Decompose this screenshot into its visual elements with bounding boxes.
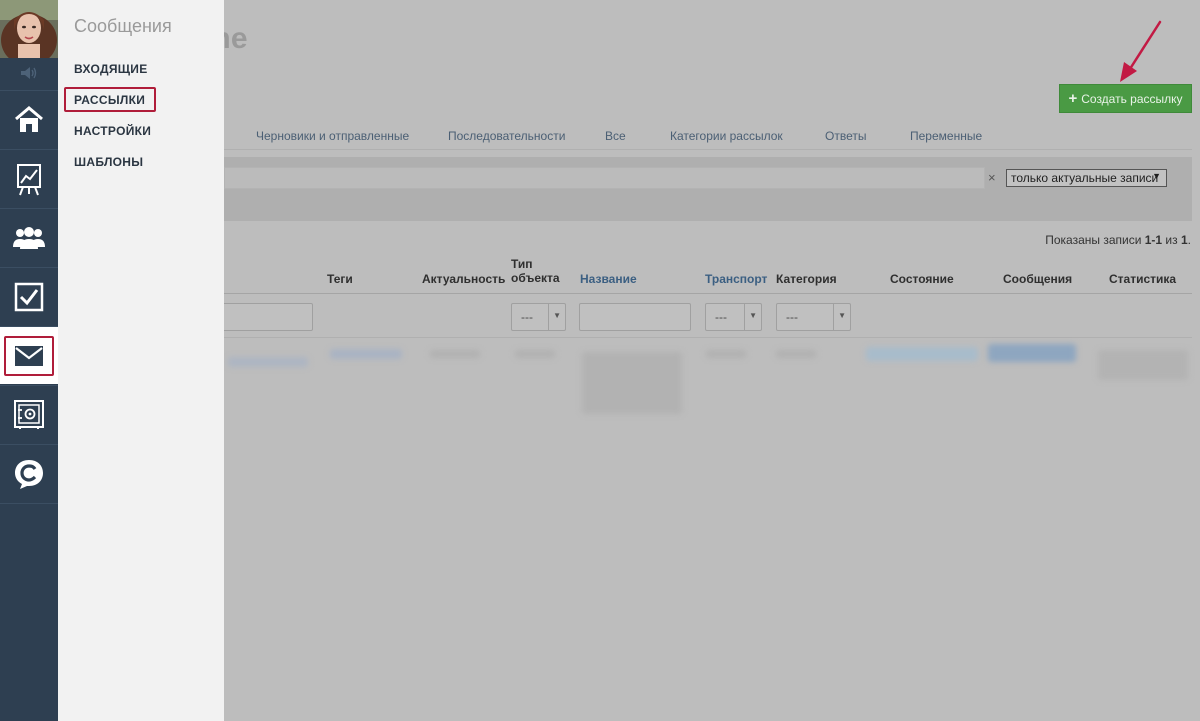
create-mailing-button[interactable]: + Создать рассылку: [1059, 84, 1192, 113]
tab-all[interactable]: Все: [605, 129, 626, 143]
filter-row-divider: [224, 337, 1192, 338]
tab-variables[interactable]: Переменные: [910, 129, 982, 143]
sidebar-item-analytics[interactable]: [0, 149, 58, 207]
records-total: 1: [1180, 233, 1188, 247]
row-blurred-type: [515, 350, 555, 358]
avatar-image: [0, 0, 58, 58]
icon-sidebar: [0, 0, 58, 721]
row-blurred-name: [582, 352, 682, 414]
chat-c-icon: [15, 459, 43, 489]
filter-category-select[interactable]: --- ▼: [776, 303, 851, 331]
flyout-title: Сообщения: [74, 16, 172, 36]
records-range: 1-1: [1144, 233, 1163, 247]
dropdown-arrow-icon: ▼: [749, 311, 757, 320]
tab-mailing-categories[interactable]: Категории рассылок: [670, 129, 783, 143]
avatar[interactable]: [0, 0, 58, 58]
col-actuality: Актуальность: [422, 272, 506, 286]
row-blurred-tags: [330, 349, 402, 359]
sidebar-item-messages[interactable]: [0, 326, 58, 384]
tabs-divider: [224, 149, 1192, 150]
row-blurred-link: [228, 357, 308, 367]
clear-icon[interactable]: ×: [988, 170, 996, 185]
dropdown-arrow-icon: ▼: [1152, 171, 1161, 181]
actuality-select-value: только актуальные записи: [1011, 171, 1159, 185]
actuality-select[interactable]: только актуальные записи ▼: [1006, 169, 1167, 187]
row-blurred-state: [866, 347, 978, 361]
mail-icon: [15, 345, 43, 366]
sidebar-item-home[interactable]: [0, 90, 58, 148]
col-tags: Теги: [327, 272, 353, 286]
records-middle: из: [1162, 233, 1181, 247]
filter-transport-select[interactable]: --- ▼: [705, 303, 762, 331]
col-name[interactable]: Название: [580, 272, 637, 286]
dropdown-arrow-icon: ▼: [838, 311, 846, 320]
records-prefix: Показаны записи: [1045, 233, 1145, 247]
home-icon: [15, 105, 43, 132]
row-blurred-transport: [706, 350, 746, 358]
filter-category-value: ---: [786, 310, 798, 324]
chart-board-icon: [17, 163, 41, 195]
sidebar-item-users[interactable]: [0, 208, 58, 266]
row-blurred-statistics: [1098, 350, 1188, 380]
menu-item-templates[interactable]: ШАБЛОНЫ: [74, 155, 143, 169]
dropdown-arrow-icon: ▼: [553, 311, 561, 320]
col-state: Состояние: [890, 272, 954, 286]
sidebar-divider: [0, 503, 58, 504]
sidebar-item-tasks[interactable]: [0, 267, 58, 325]
sidebar-item-safe[interactable]: [0, 385, 58, 443]
row-blurred-messages: [988, 344, 1076, 362]
tab-sequences[interactable]: Последовательности: [448, 129, 565, 143]
col-object-type: Тип объекта: [511, 257, 560, 285]
filter-object-type-select[interactable]: --- ▼: [511, 303, 566, 331]
row-blurred-actuality: [430, 350, 480, 358]
tab-drafts-sent[interactable]: Черновики и отправленные: [256, 129, 409, 143]
menu-item-mailings[interactable]: РАССЫЛКИ: [74, 93, 145, 107]
volume-icon[interactable]: [0, 58, 58, 88]
col-category: Категория: [776, 272, 837, 286]
col-statistics: Статистика: [1109, 272, 1177, 286]
checkbox-icon: [14, 282, 44, 311]
sidebar-item-chat[interactable]: [0, 444, 58, 502]
menu-item-settings[interactable]: НАСТРОЙКИ: [74, 124, 151, 138]
safe-icon: [14, 399, 44, 429]
messages-flyout-menu: Сообщения ВХОДЯЩИЕ РАССЫЛКИ НАСТРОЙКИ ША…: [58, 0, 224, 721]
records-count: Показаны записи 1-1 из 1.: [1045, 233, 1191, 247]
tab-replies[interactable]: Ответы: [825, 129, 866, 143]
row-blurred-category: [776, 350, 816, 358]
search-input[interactable]: [224, 167, 985, 189]
filter-name-input[interactable]: [579, 303, 691, 331]
filter-transport-value: ---: [715, 310, 727, 324]
filter-object-type-value: ---: [521, 310, 533, 324]
annotation-arrow-icon: [1120, 20, 1162, 82]
filter-id-input[interactable]: [220, 303, 313, 331]
plus-icon: +: [1068, 90, 1078, 107]
col-messages: Сообщения: [1003, 272, 1073, 286]
records-suffix: .: [1187, 233, 1191, 247]
create-mailing-label: Создать рассылку: [1081, 91, 1183, 106]
menu-item-inbox[interactable]: ВХОДЯЩИЕ: [74, 62, 148, 76]
users-icon: [13, 226, 45, 249]
col-transport[interactable]: Транспорт: [705, 272, 767, 286]
table-header-divider: [224, 293, 1192, 294]
